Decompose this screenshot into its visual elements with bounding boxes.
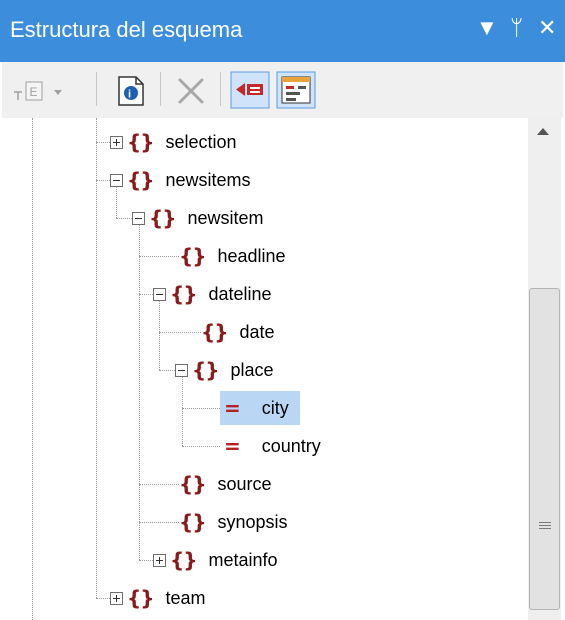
panel-menu-dropdown-icon[interactable]: ▼ xyxy=(476,14,498,42)
tree-node-city[interactable]: = city xyxy=(220,391,300,425)
attribute-icon: = xyxy=(224,396,241,420)
pin-icon[interactable]: ᛘ xyxy=(510,14,523,42)
collapse-icon[interactable] xyxy=(175,363,188,377)
expand-icon[interactable] xyxy=(110,591,123,605)
schema-structure-panel: Estructura del esquema ▼ ᛘ ✕ E i {} sele… xyxy=(0,0,565,620)
tree-node-team[interactable]: {} team xyxy=(110,581,209,615)
tree-guide-line xyxy=(96,180,110,181)
delete-icon xyxy=(178,78,204,104)
expand-icon[interactable] xyxy=(153,553,166,567)
delete-button[interactable] xyxy=(174,74,208,108)
vertical-scrollbar[interactable] xyxy=(528,118,561,620)
tree-node-place[interactable]: {} place xyxy=(175,353,277,387)
element-icon: {} xyxy=(179,244,207,268)
tree-node-newsitems[interactable]: {} newsitems xyxy=(110,163,254,197)
sort-button[interactable] xyxy=(230,71,270,109)
close-icon[interactable]: ✕ xyxy=(538,14,556,42)
tree-guide-line xyxy=(159,332,201,333)
svg-text:E: E xyxy=(30,85,38,99)
insert-element-icon: E xyxy=(14,81,43,101)
expand-icon[interactable] xyxy=(110,135,123,149)
properties-button[interactable]: i xyxy=(114,74,148,108)
scroll-up-arrow-icon[interactable] xyxy=(537,128,549,135)
element-icon: {} xyxy=(192,358,220,382)
scrollbar-thumb[interactable] xyxy=(529,288,560,610)
diagram-button[interactable] xyxy=(276,71,316,109)
element-icon: {} xyxy=(179,472,207,496)
tree-node-source[interactable]: {} source xyxy=(179,467,275,501)
tree-guide-line xyxy=(139,294,153,295)
element-icon: {} xyxy=(170,282,198,306)
tree-guide-line xyxy=(139,256,179,257)
grip-icon xyxy=(539,522,551,531)
tree-node-metainfo[interactable]: {} metainfo xyxy=(153,543,281,577)
element-icon: {} xyxy=(201,320,229,344)
tree-node-synopsis[interactable]: {} synopsis xyxy=(179,505,291,539)
tree-node-dateline[interactable]: {} dateline xyxy=(153,277,275,311)
element-icon: {} xyxy=(127,130,155,154)
element-icon: {} xyxy=(127,168,155,192)
collapse-icon[interactable] xyxy=(153,287,166,301)
toolbar-separator xyxy=(96,72,97,106)
tree-node-date[interactable]: {} date xyxy=(201,315,278,349)
tree-node-newsitem[interactable]: {} newsitem xyxy=(132,201,267,235)
tree-guide-line xyxy=(139,484,179,485)
tree-node-selection[interactable]: {} selection xyxy=(110,125,240,159)
tree-guide-line xyxy=(139,224,140,560)
panel-title: Estructura del esquema xyxy=(10,17,243,42)
insert-element-button[interactable]: E xyxy=(12,76,82,106)
toolbar-separator xyxy=(220,72,221,106)
attribute-icon: = xyxy=(224,434,241,458)
tree-guide-line xyxy=(96,142,110,143)
collapse-icon[interactable] xyxy=(110,173,123,187)
tree-guide-line xyxy=(139,560,153,561)
panel-title-bar: Estructura del esquema ▼ ᛘ ✕ xyxy=(0,0,565,62)
tree-guide-line xyxy=(182,446,220,447)
tree-guide-line xyxy=(139,522,179,523)
element-icon: {} xyxy=(179,510,207,534)
tree-guide-line xyxy=(116,218,132,219)
element-icon: {} xyxy=(170,548,198,572)
tree-guide-line xyxy=(159,370,175,371)
tree-guide-line xyxy=(96,598,110,599)
element-icon: {} xyxy=(127,586,155,610)
tree-node-headline[interactable]: {} headline xyxy=(179,239,289,273)
diagram-icon xyxy=(281,76,311,104)
schema-tree: {} selection {} newsitems {} newsitem {}… xyxy=(2,118,563,620)
svg-text:i: i xyxy=(128,89,131,101)
insert-element-dropdown-icon[interactable] xyxy=(54,90,62,95)
tree-guide-line xyxy=(32,118,33,620)
tree-guide-line xyxy=(182,408,220,409)
element-icon: {} xyxy=(149,206,177,230)
toolbar-separator xyxy=(160,72,161,106)
tree-node-country[interactable]: = country xyxy=(220,429,324,463)
tree-guide-line xyxy=(96,118,97,598)
toolbar: E i xyxy=(2,62,563,118)
properties-icon: i xyxy=(118,76,144,106)
collapse-icon[interactable] xyxy=(132,211,145,225)
